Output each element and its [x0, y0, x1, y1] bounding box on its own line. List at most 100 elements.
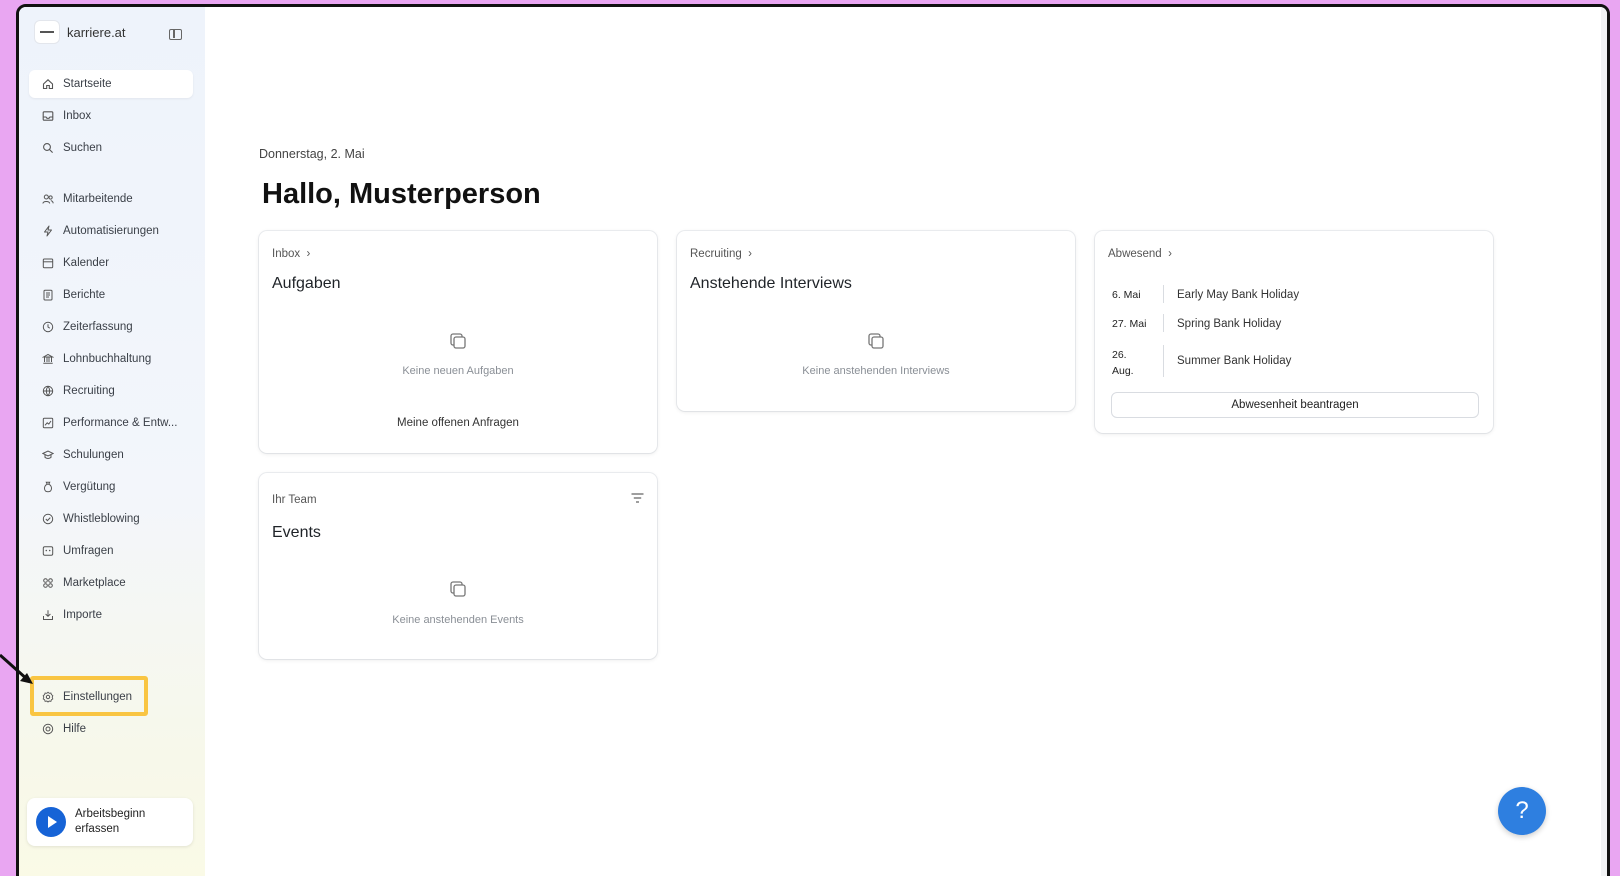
tasks-card-crumb[interactable]: Inbox › — [272, 248, 310, 260]
chevron-right-icon: › — [303, 248, 311, 260]
main-content: Donnerstag, 2. Mai Hallo, Musterperson I… — [205, 7, 1607, 876]
users-icon — [42, 193, 54, 205]
sidebar-item-kalender[interactable]: Kalender — [29, 249, 193, 277]
sidebar-item-whistleblowing[interactable]: Whistleblowing — [29, 505, 193, 533]
sidebar-item-label: Vergütung — [63, 481, 116, 493]
sidebar-item-umfragen[interactable]: Umfragen — [29, 537, 193, 565]
app-window: karriere.at Startseite Inbox Suchen Mita… — [16, 4, 1610, 876]
sidebar-item-verguetung[interactable]: Vergütung — [29, 473, 193, 501]
absence-name: Summer Bank Holiday — [1177, 355, 1292, 367]
sidebar-item-recruiting[interactable]: Recruiting — [29, 377, 193, 405]
absences-card: Abwesend › 6. Mai Early May Bank Holiday… — [1095, 231, 1493, 433]
events-empty-text: Keine anstehenden Events — [392, 614, 524, 626]
sidebar-item-schulungen[interactable]: Schulungen — [29, 441, 193, 469]
team-label: Ihr Team — [272, 494, 317, 506]
sidebar-item-mitarbeitende[interactable]: Mitarbeitende — [29, 185, 193, 213]
sidebar-item-lohnbuchhaltung[interactable]: Lohnbuchhaltung — [29, 345, 193, 373]
tasks-empty-text: Keine neuen Aufgaben — [402, 365, 514, 377]
page-title: Hallo, Musterperson — [262, 178, 541, 210]
open-requests-link[interactable]: Meine offenen Anfragen — [259, 417, 657, 429]
brand[interactable]: karriere.at — [35, 21, 126, 43]
absence-name: Early May Bank Holiday — [1177, 289, 1300, 301]
absence-divider — [1163, 285, 1164, 303]
graduation-icon — [42, 449, 54, 461]
events-card-title: Events — [272, 524, 321, 541]
filter-icon[interactable] — [631, 493, 644, 503]
empty-copy-icon — [868, 333, 884, 349]
empty-copy-icon — [450, 581, 466, 597]
absence-divider — [1163, 314, 1164, 332]
sidebar-item-label: Whistleblowing — [63, 513, 140, 525]
survey-icon — [42, 545, 54, 557]
clock-in-button[interactable]: Arbeitsbeginn erfassen — [27, 798, 193, 846]
clock-in-label: Arbeitsbeginn erfassen — [75, 808, 146, 835]
interviews-card-crumb[interactable]: Recruiting › — [690, 248, 752, 260]
absence-date: 6. Mai — [1112, 289, 1141, 301]
home-icon — [42, 78, 54, 90]
sidebar-collapse-icon[interactable] — [169, 29, 182, 40]
chart-icon — [42, 417, 54, 429]
sidebar-item-label: Berichte — [63, 289, 106, 301]
sidebar-item-performance[interactable]: Performance & Entw... — [29, 409, 193, 437]
absences-card-crumb[interactable]: Abwesend › — [1108, 248, 1172, 260]
sidebar-item-importe[interactable]: Importe — [29, 601, 193, 629]
tasks-card-title: Aufgaben — [272, 275, 341, 292]
interviews-crumb-label: Recruiting — [690, 248, 742, 260]
sidebar-item-hilfe[interactable]: Hilfe — [29, 715, 193, 743]
sidebar-item-startseite[interactable]: Startseite — [29, 70, 193, 98]
events-card: Ihr Team Events Keine anstehenden Events — [259, 473, 657, 659]
request-absence-button[interactable]: Abwesenheit beantragen — [1111, 392, 1479, 418]
sidebar-item-label: Performance & Entw... — [63, 417, 178, 429]
sidebar-item-label: Startseite — [63, 78, 112, 90]
sidebar-item-label: Schulungen — [63, 449, 124, 461]
money-bag-icon — [42, 481, 54, 493]
sidebar-item-label: Recruiting — [63, 385, 115, 397]
absence-date: 27. Mai — [1112, 318, 1147, 330]
current-date: Donnerstag, 2. Mai — [259, 147, 365, 161]
tasks-card: Inbox › Aufgaben Keine neuen Aufgaben Me… — [259, 231, 657, 453]
calendar-icon — [42, 257, 54, 269]
chevron-right-icon: › — [744, 248, 753, 260]
sidebar-item-label: Inbox — [63, 110, 92, 122]
scrollbar[interactable] — [1601, 7, 1607, 876]
absences-crumb-label: Abwesend — [1108, 248, 1162, 260]
sidebar-item-label: Automatisierungen — [63, 225, 159, 237]
search-icon — [42, 142, 54, 154]
interviews-empty-text: Keine anstehenden Interviews — [802, 365, 950, 377]
sidebar-item-label: Umfragen — [63, 545, 114, 557]
interviews-card-title: Anstehende Interviews — [690, 275, 852, 292]
payroll-icon — [42, 353, 54, 365]
absence-date: 26. Aug. — [1112, 349, 1134, 377]
sidebar-item-label: Hilfe — [63, 723, 87, 735]
help-button[interactable]: ? — [1498, 787, 1546, 835]
tasks-crumb-label: Inbox — [272, 248, 301, 260]
sidebar-item-berichte[interactable]: Berichte — [29, 281, 193, 309]
sidebar-item-zeiterfassung[interactable]: Zeiterfassung — [29, 313, 193, 341]
sidebar-item-label: Marketplace — [63, 577, 126, 589]
globe-icon — [42, 385, 54, 397]
sidebar-item-inbox[interactable]: Inbox — [29, 102, 193, 130]
sidebar-item-label: Suchen — [63, 142, 103, 154]
sidebar-item-label: Zeiterfassung — [63, 321, 133, 333]
absence-divider — [1163, 345, 1164, 377]
sidebar: karriere.at Startseite Inbox Suchen Mita… — [19, 7, 205, 876]
play-icon — [36, 807, 66, 837]
sidebar-item-label: Lohnbuchhaltung — [63, 353, 152, 365]
import-icon — [42, 609, 54, 621]
sidebar-item-automatisierungen[interactable]: Automatisierungen — [29, 217, 193, 245]
settings-highlight-box — [30, 676, 148, 716]
help-circle-icon — [42, 723, 54, 735]
sidebar-item-label: Mitarbeitende — [63, 193, 133, 205]
report-icon — [42, 289, 54, 301]
grid-icon — [42, 577, 54, 589]
chevron-right-icon: › — [1164, 248, 1172, 260]
sidebar-item-suchen[interactable]: Suchen — [29, 134, 193, 162]
inbox-icon — [42, 110, 54, 122]
brand-name: karriere.at — [67, 24, 126, 40]
absence-name: Spring Bank Holiday — [1177, 318, 1282, 330]
brand-logo-icon — [35, 21, 59, 43]
sidebar-item-label: Kalender — [63, 257, 110, 269]
sidebar-item-marketplace[interactable]: Marketplace — [29, 569, 193, 597]
shield-icon — [42, 513, 54, 525]
bolt-icon — [42, 225, 54, 237]
